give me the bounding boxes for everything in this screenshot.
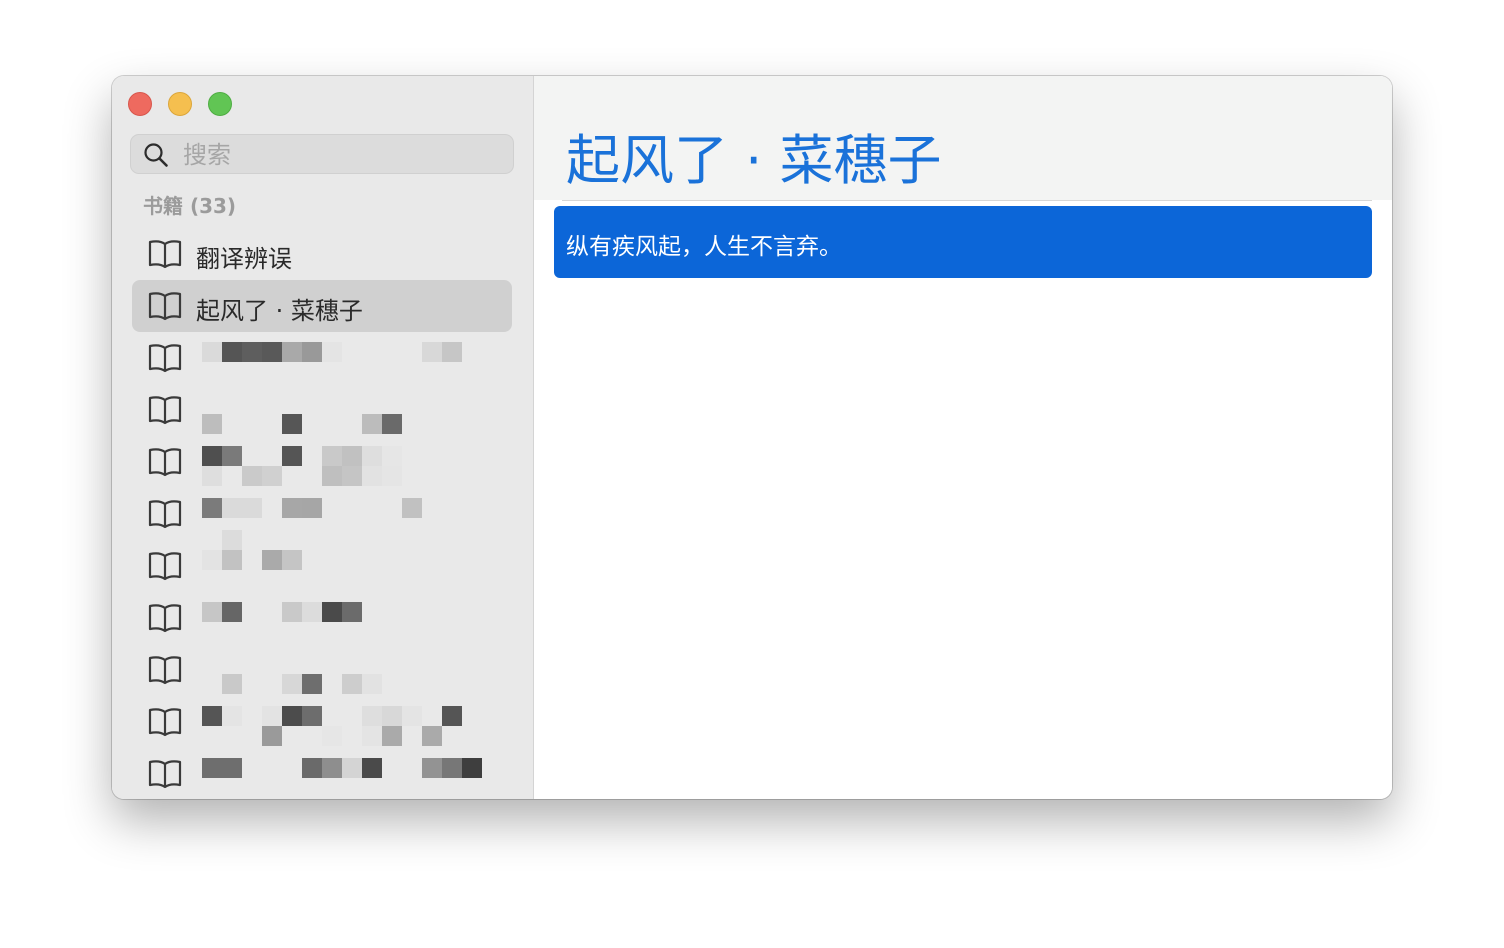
quote-row-selected[interactable]: 纵有疾风起，人生不言弃。 xyxy=(554,206,1372,278)
redacted-title xyxy=(202,654,502,696)
book-icon xyxy=(148,552,182,581)
book-list-item[interactable]: 翻译辨误 xyxy=(132,228,512,280)
book-icon xyxy=(148,240,182,269)
book-list-item-redacted[interactable] xyxy=(132,748,512,799)
redacted-title xyxy=(202,498,502,540)
redacted-title xyxy=(202,758,502,799)
book-detail-title: 起风了 · 菜穗子 xyxy=(566,129,942,192)
book-icon xyxy=(148,292,182,321)
redacted-title xyxy=(202,342,502,384)
redacted-title xyxy=(202,446,502,488)
book-icon xyxy=(148,656,182,685)
redacted-title xyxy=(202,602,502,644)
book-list-item-redacted[interactable] xyxy=(132,592,512,644)
book-icon xyxy=(148,708,182,737)
sidebar: 书籍 (33) 翻译辨误 起风了 · 菜穗子 xyxy=(112,76,534,799)
app-window: 书籍 (33) 翻译辨误 起风了 · 菜穗子 起风了 · 菜穗子 xyxy=(112,76,1392,799)
book-icon xyxy=(148,344,182,373)
book-icon xyxy=(148,500,182,529)
search-field[interactable] xyxy=(130,134,514,174)
search-icon xyxy=(144,143,168,167)
books-section-header: 书籍 (33) xyxy=(143,194,237,218)
book-list-item-redacted[interactable] xyxy=(132,384,512,436)
book-list-item-redacted[interactable] xyxy=(132,696,512,748)
book-title: 翻译辨误 xyxy=(196,245,292,273)
book-icon xyxy=(148,604,182,633)
book-icon xyxy=(148,448,182,477)
book-icon xyxy=(148,396,182,425)
divider xyxy=(562,200,1372,201)
content-header: 起风了 · 菜穗子 xyxy=(534,76,1392,200)
main-content: 起风了 · 菜穗子 纵有疾风起，人生不言弃。 xyxy=(534,76,1392,799)
book-list-item-redacted[interactable] xyxy=(132,332,512,384)
close-window-button[interactable] xyxy=(128,92,152,116)
book-list-item-redacted[interactable] xyxy=(132,530,512,592)
book-list-item-selected[interactable]: 起风了 · 菜穗子 xyxy=(132,280,512,332)
redacted-title xyxy=(202,530,502,592)
redacted-title xyxy=(202,394,502,436)
maximize-window-button[interactable] xyxy=(208,92,232,116)
book-list-item-redacted[interactable] xyxy=(132,644,512,696)
minimize-window-button[interactable] xyxy=(168,92,192,116)
quote-text: 纵有疾风起，人生不言弃。 xyxy=(566,234,842,260)
book-list-item-redacted[interactable] xyxy=(132,488,512,540)
book-icon xyxy=(148,760,182,789)
redacted-title xyxy=(202,706,502,748)
search-input[interactable] xyxy=(181,139,505,171)
book-title: 起风了 · 菜穗子 xyxy=(196,297,363,325)
book-list-item-redacted[interactable] xyxy=(132,436,512,488)
book-list: 翻译辨误 起风了 · 菜穗子 xyxy=(132,228,512,799)
